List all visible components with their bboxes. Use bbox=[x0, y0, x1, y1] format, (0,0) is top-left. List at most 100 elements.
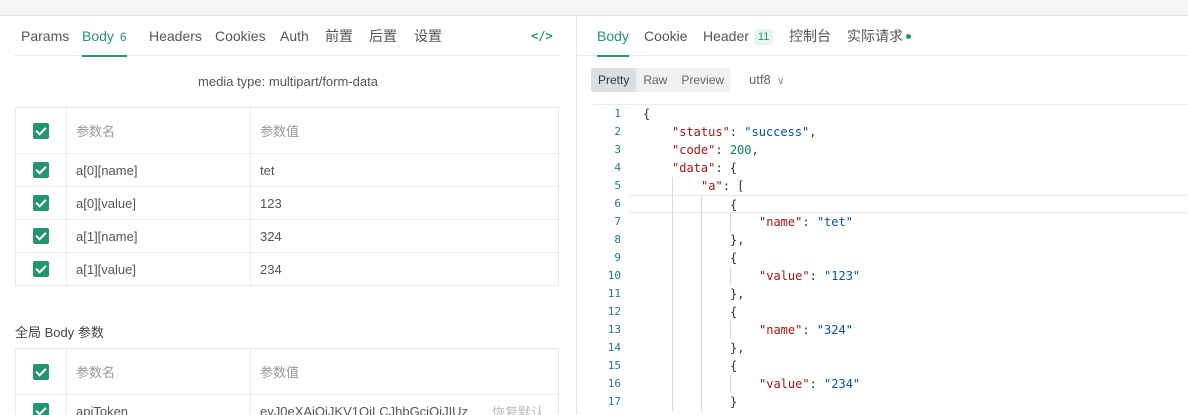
code-line: 3 "code": 200, bbox=[591, 141, 1188, 159]
code-token: "324" bbox=[816, 323, 853, 337]
code-text: { bbox=[629, 303, 1188, 321]
tab-cookies[interactable]: Cookies bbox=[215, 16, 266, 56]
param-value-cell[interactable]: 123 bbox=[251, 187, 558, 219]
line-number: 9 bbox=[614, 251, 621, 264]
param-name-cell[interactable]: a[1][value] bbox=[67, 253, 251, 285]
row-check-cell[interactable] bbox=[16, 395, 67, 415]
line-number: 16 bbox=[607, 377, 621, 390]
tab-console[interactable]: 控制台 bbox=[789, 16, 831, 56]
code-token: "name" bbox=[759, 323, 803, 337]
row-checkbox[interactable] bbox=[33, 228, 49, 244]
param-value-cell[interactable]: 234 bbox=[251, 253, 558, 285]
line-number: 10 bbox=[607, 269, 621, 282]
tab-settings[interactable]: 设置 bbox=[414, 16, 442, 56]
code-token: { bbox=[730, 198, 738, 212]
table-row: a[0][value] 123 bbox=[16, 186, 558, 219]
param-value-cell[interactable]: eyJ0eXAiOiJKV1QiLCJhbGciOiJIUz 恢复默认 bbox=[251, 395, 558, 415]
param-name-cell[interactable]: apiToken bbox=[67, 395, 251, 415]
tab-response-cookie[interactable]: Cookie bbox=[644, 16, 688, 56]
code-text: "status": "success", bbox=[629, 123, 1188, 141]
code-token: : [ bbox=[722, 179, 745, 193]
table-row: a[1][name] 324 bbox=[16, 219, 558, 252]
code-text: "name": "tet" bbox=[629, 213, 1188, 231]
code-token: : bbox=[809, 377, 825, 391]
tab-label: Params bbox=[21, 28, 70, 44]
indent-guide bbox=[701, 267, 702, 285]
global-body-table: 参数名 参数值 apiToken eyJ0eXAiOiJKV1QiLCJhbGc… bbox=[15, 348, 559, 415]
table-header-row: 参数名 参数值 bbox=[16, 349, 558, 394]
param-name-cell[interactable]: a[0][name] bbox=[67, 154, 251, 186]
tab-label: Header bbox=[703, 28, 749, 44]
code-token: "123" bbox=[824, 269, 861, 283]
column-header-value: 参数值 bbox=[260, 124, 300, 139]
row-checkbox[interactable] bbox=[33, 403, 49, 415]
param-value-cell[interactable]: tet bbox=[251, 154, 558, 186]
param-value-cell[interactable]: 324 bbox=[251, 220, 558, 252]
indent-guide bbox=[672, 393, 673, 411]
response-code-viewer[interactable]: 1{2 "status": "success", 3 "code": 200, 4 "da… bbox=[591, 104, 1188, 415]
indent-guide bbox=[730, 267, 731, 285]
tab-params[interactable]: Params bbox=[21, 16, 69, 56]
row-checkbox[interactable] bbox=[33, 162, 49, 178]
select-all-cell[interactable] bbox=[16, 108, 67, 153]
row-check-cell[interactable] bbox=[16, 220, 67, 252]
tab-pre-request[interactable]: 前置 bbox=[325, 16, 353, 56]
indent-guide bbox=[672, 196, 673, 214]
indent-guide bbox=[672, 285, 673, 303]
param-name-cell[interactable]: a[1][name] bbox=[67, 220, 251, 252]
tab-label: 实际请求 bbox=[847, 28, 903, 44]
select-all-checkbox[interactable] bbox=[33, 363, 49, 380]
code-token: "tet" bbox=[816, 215, 853, 229]
row-check-cell[interactable] bbox=[16, 154, 67, 186]
format-pretty-button[interactable]: Pretty bbox=[591, 68, 637, 92]
code-text: { bbox=[629, 357, 1188, 375]
row-check-cell[interactable] bbox=[16, 187, 67, 219]
indent-guide bbox=[730, 213, 731, 231]
code-text: { bbox=[629, 105, 1188, 123]
tab-headers[interactable]: Headers bbox=[149, 16, 202, 56]
format-raw-button[interactable]: Raw bbox=[636, 68, 674, 92]
code-token: "name" bbox=[759, 215, 803, 229]
select-all-cell[interactable] bbox=[16, 349, 67, 394]
line-number: 11 bbox=[607, 287, 621, 300]
code-generate-icon[interactable]: </> bbox=[531, 28, 553, 44]
status-dot-icon bbox=[906, 34, 911, 39]
tab-response-header[interactable]: Header 11 bbox=[703, 16, 774, 56]
row-check-cell[interactable] bbox=[16, 253, 67, 285]
indent-guide bbox=[701, 285, 702, 303]
code-text: "code": 200, bbox=[629, 141, 1188, 159]
indent-guide bbox=[672, 357, 673, 375]
row-checkbox[interactable] bbox=[33, 195, 49, 211]
column-header-name: 参数名 bbox=[67, 349, 251, 394]
code-token: { bbox=[730, 251, 738, 265]
code-token: "success" bbox=[744, 125, 810, 139]
restore-default-link[interactable]: 恢复默认 bbox=[492, 402, 544, 415]
tab-auth[interactable]: Auth bbox=[280, 16, 309, 56]
indent-guide bbox=[701, 249, 702, 267]
line-number: 12 bbox=[607, 305, 621, 318]
code-line: 10 "value": "123" bbox=[591, 267, 1188, 285]
tab-response-body[interactable]: Body bbox=[597, 16, 629, 57]
format-preview-button[interactable]: Preview bbox=[674, 68, 731, 92]
indent-guide bbox=[730, 321, 731, 339]
encoding-select[interactable]: utf8 ∨ bbox=[749, 68, 785, 92]
tab-post-request[interactable]: 后置 bbox=[369, 16, 397, 56]
tab-body[interactable]: Body 6 bbox=[82, 16, 127, 57]
code-line: 9{ bbox=[591, 249, 1188, 267]
indent-guide bbox=[672, 249, 673, 267]
code-token: { bbox=[730, 359, 738, 373]
tab-actual-request[interactable]: 实际请求 bbox=[847, 16, 911, 56]
indent-guide bbox=[701, 393, 702, 411]
line-number: 1 bbox=[614, 107, 621, 120]
param-name-cell[interactable]: a[0][value] bbox=[67, 187, 251, 219]
code-line: 16 "value": "234" bbox=[591, 375, 1188, 393]
table-header-row: 参数名 参数值 bbox=[16, 108, 558, 153]
indent-guide bbox=[701, 375, 702, 393]
row-checkbox[interactable] bbox=[33, 261, 49, 277]
line-number: 2 bbox=[614, 125, 621, 138]
code-line: 11}, bbox=[591, 285, 1188, 303]
code-line: 5 "a": [ bbox=[591, 177, 1188, 195]
indent-guide bbox=[672, 177, 673, 195]
select-all-checkbox[interactable] bbox=[33, 122, 49, 139]
indent-guide bbox=[672, 375, 673, 393]
